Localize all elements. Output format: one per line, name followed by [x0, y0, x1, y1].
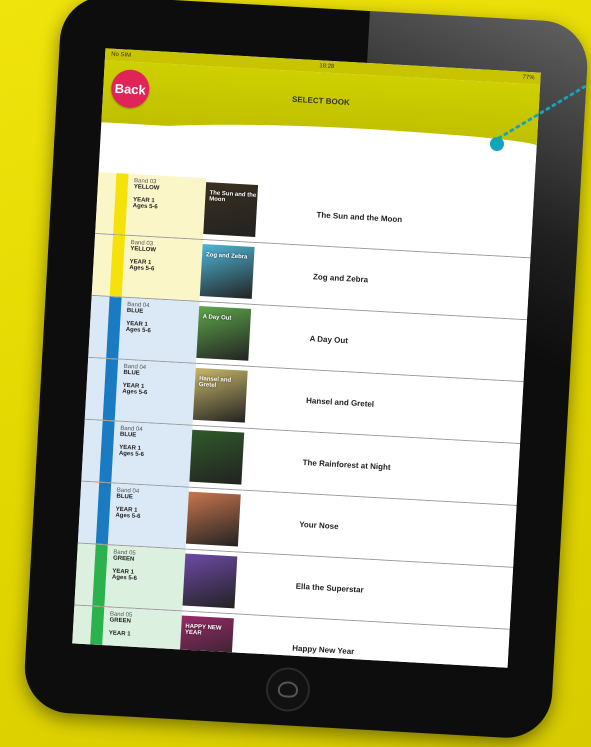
tablet-device: No SIM 18:28 77% Back SELECT BOOK Band 0…: [22, 0, 590, 741]
band-info: Band 03 YELLOW YEAR 1 Ages 5-6: [125, 174, 206, 239]
band-info: Band 03 YELLOW YEAR 1 Ages 5-6: [122, 236, 203, 301]
year-label: YEAR 1: [108, 630, 131, 638]
book-cover-thumbnail[interactable]: Zog and Zebra: [199, 244, 255, 299]
callout-pointer-dot: [490, 137, 504, 151]
page-title: SELECT BOOK: [291, 94, 350, 108]
home-icon: [277, 680, 299, 699]
book-cover-thumbnail[interactable]: HAPPY NEW YEAR: [179, 615, 234, 668]
band-info: Band 04 BLUE YEAR 1 Ages 5-6: [118, 298, 199, 363]
book-cover-thumbnail[interactable]: Hansel and Gretel: [192, 367, 248, 423]
battery-label: 77%: [522, 74, 535, 82]
band-info: Band 04 BLUE YEAR 1 Ages 5-6: [115, 360, 196, 425]
home-button[interactable]: [264, 666, 312, 713]
book-cover-thumbnail[interactable]: [189, 429, 245, 485]
app-screen: No SIM 18:28 77% Back SELECT BOOK Band 0…: [72, 48, 541, 668]
band-info: Band 04 BLUE YEAR 1 Ages 5-6: [108, 483, 189, 548]
cover-title: HAPPY NEW YEAR: [184, 623, 222, 637]
book-cover-thumbnail[interactable]: [185, 491, 241, 547]
book-cover-thumbnail[interactable]: The Sun and the Moon: [203, 182, 259, 237]
clock-label: 18:28: [319, 63, 335, 71]
cover-title: A Day Out: [202, 314, 232, 322]
cover-title: Zog and Zebra: [205, 252, 248, 261]
book-cover-thumbnail[interactable]: [182, 553, 238, 609]
book-cover-thumbnail[interactable]: A Day Out: [196, 305, 252, 361]
photo-background: No SIM 18:28 77% Back SELECT BOOK Band 0…: [0, 0, 591, 747]
header-wave-decoration: [100, 114, 538, 163]
band-info: Band 05 GREEN YEAR 1 Ages 5-6: [104, 545, 185, 610]
carrier-label: No SIM: [110, 51, 132, 59]
cover-title: The Sun and the Moon: [209, 190, 257, 204]
band-info: Band 04 BLUE YEAR 1 Ages 5-6: [111, 421, 192, 486]
cover-title: Hansel and Gretel: [198, 376, 232, 390]
book-list: Band 03 YELLOW YEAR 1 Ages 5-6 The Sun and t…: [72, 172, 534, 668]
band-info: Band 05 GREEN YEAR 1: [101, 607, 182, 668]
